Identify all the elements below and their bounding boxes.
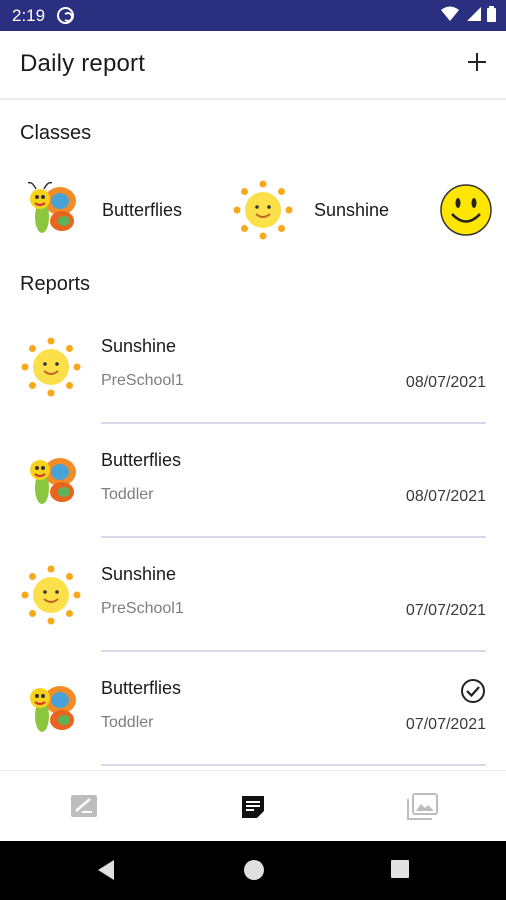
reports-heading: Reports <box>20 273 91 295</box>
sync-icon <box>57 7 75 24</box>
system-navigation-bar <box>0 841 506 900</box>
class-name: Butterflies <box>102 199 183 220</box>
status-bar: 2:19 <box>0 0 506 31</box>
recents-icon[interactable] <box>390 859 410 879</box>
page-title: Daily report <box>20 50 146 77</box>
report-icon <box>242 795 264 818</box>
class-name: Sunshine <box>314 199 390 220</box>
signal-icon <box>467 7 481 21</box>
battery-icon <box>487 6 496 22</box>
app-bar: Daily report <box>0 31 506 100</box>
report-group: PreSchool1 <box>101 372 184 389</box>
home-icon[interactable] <box>243 859 265 881</box>
report-group: Toddler <box>101 486 154 503</box>
report-date: 07/07/2021 <box>405 602 486 619</box>
nav-item-notes[interactable] <box>0 771 169 842</box>
report-item[interactable]: Sunshine PreSchool1 08/07/2021 <box>0 336 506 450</box>
report-class-name: Sunshine <box>101 336 177 356</box>
photo-gallery-icon <box>406 792 438 820</box>
butterfly-icon <box>30 458 76 504</box>
wifi-icon <box>441 6 459 21</box>
nav-item-reports[interactable] <box>169 771 338 842</box>
report-item[interactable]: Sunshine PreSchool1 07/07/2021 <box>0 564 506 678</box>
sun-icon <box>21 565 81 625</box>
report-class-name: Butterflies <box>101 678 182 698</box>
check-circle-icon <box>461 679 485 703</box>
butterfly-icon <box>27 181 76 233</box>
edit-note-icon <box>71 794 98 817</box>
nav-item-gallery[interactable] <box>337 771 506 842</box>
bottom-navigation <box>0 770 506 842</box>
report-class-name: Sunshine <box>101 564 177 584</box>
divider <box>101 650 486 652</box>
sun-icon <box>21 337 81 397</box>
class-chip-smiley[interactable] <box>438 175 494 245</box>
report-group: Toddler <box>101 714 154 731</box>
class-chip-butterflies[interactable]: Butterflies <box>20 175 182 245</box>
sun-icon <box>233 180 293 240</box>
report-group: PreSchool1 <box>101 600 184 617</box>
report-date: 08/07/2021 <box>405 488 486 505</box>
smiley-icon <box>440 184 492 236</box>
classes-list: Butterflies Sunshine <box>0 175 506 245</box>
divider <box>101 536 486 538</box>
status-icons <box>441 6 496 22</box>
back-icon[interactable] <box>96 859 116 881</box>
report-class-name: Butterflies <box>101 450 182 470</box>
class-chip-sunshine[interactable]: Sunshine <box>232 175 389 245</box>
report-item[interactable]: Butterflies Toddler 08/07/2021 <box>0 450 506 564</box>
add-report-button[interactable] <box>466 51 488 73</box>
divider <box>101 764 486 766</box>
butterfly-icon <box>30 686 76 732</box>
status-time: 2:19 <box>12 5 46 25</box>
divider <box>101 422 486 424</box>
classes-heading: Classes <box>20 122 92 144</box>
report-date: 07/07/2021 <box>405 716 486 733</box>
report-date: 08/07/2021 <box>405 374 486 391</box>
